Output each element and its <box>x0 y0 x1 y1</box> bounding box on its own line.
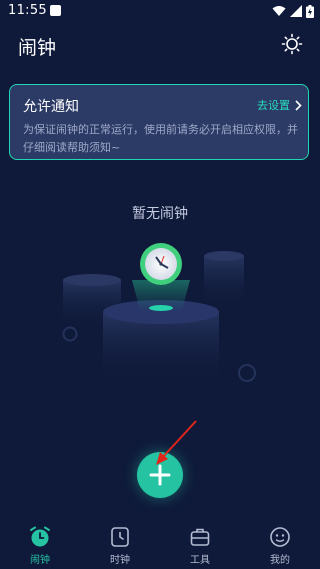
empty-alarm-illustration <box>62 243 256 384</box>
clock-icon <box>109 526 131 548</box>
wifi-icon <box>272 6 286 16</box>
status-bar: 11:55 <box>0 0 320 22</box>
notice-body: 为保证闹钟的正常运行，使用前请务必开启相应权限，并仔细阅读帮助须知~ <box>23 123 298 154</box>
nav-label-alarm: 闹钟 <box>30 555 50 566</box>
add-alarm-button[interactable] <box>137 452 183 498</box>
nav-label-tools: 工具 <box>190 555 210 566</box>
settings-button[interactable] <box>280 32 304 56</box>
plus-icon <box>149 464 171 486</box>
nav-item-tools[interactable]: 工具 <box>160 520 240 569</box>
page-title: 闹钟 <box>18 37 57 59</box>
nav-item-profile[interactable]: 我的 <box>240 520 320 569</box>
bottom-nav: 闹钟 时钟 工具 我的 <box>0 520 320 569</box>
signal-icon <box>290 5 302 17</box>
toolbox-icon <box>189 526 211 548</box>
profile-icon <box>269 526 291 548</box>
sun-settings-icon <box>281 33 303 55</box>
chevron-right-icon <box>295 99 302 111</box>
nav-label-clock: 时钟 <box>110 555 130 566</box>
status-icons <box>272 4 314 18</box>
go-settings-link[interactable]: 去设置 <box>257 97 302 113</box>
nav-item-alarm[interactable]: 闹钟 <box>0 520 80 569</box>
nav-item-clock[interactable]: 时钟 <box>80 520 160 569</box>
battery-icon <box>306 4 314 18</box>
permission-notice-card: 允许通知 去设置 为保证闹钟的正常运行，使用前请务必开启相应权限，并仔细阅读帮助… <box>9 84 309 160</box>
notice-title: 允许通知 <box>23 99 79 115</box>
notification-square-icon <box>50 5 61 16</box>
go-settings-label: 去设置 <box>257 99 290 112</box>
nav-label-profile: 我的 <box>270 555 290 566</box>
alarm-clock-icon <box>29 526 51 548</box>
status-time: 11:55 <box>8 3 47 18</box>
empty-state-text: 暂无闹钟 <box>132 206 188 222</box>
